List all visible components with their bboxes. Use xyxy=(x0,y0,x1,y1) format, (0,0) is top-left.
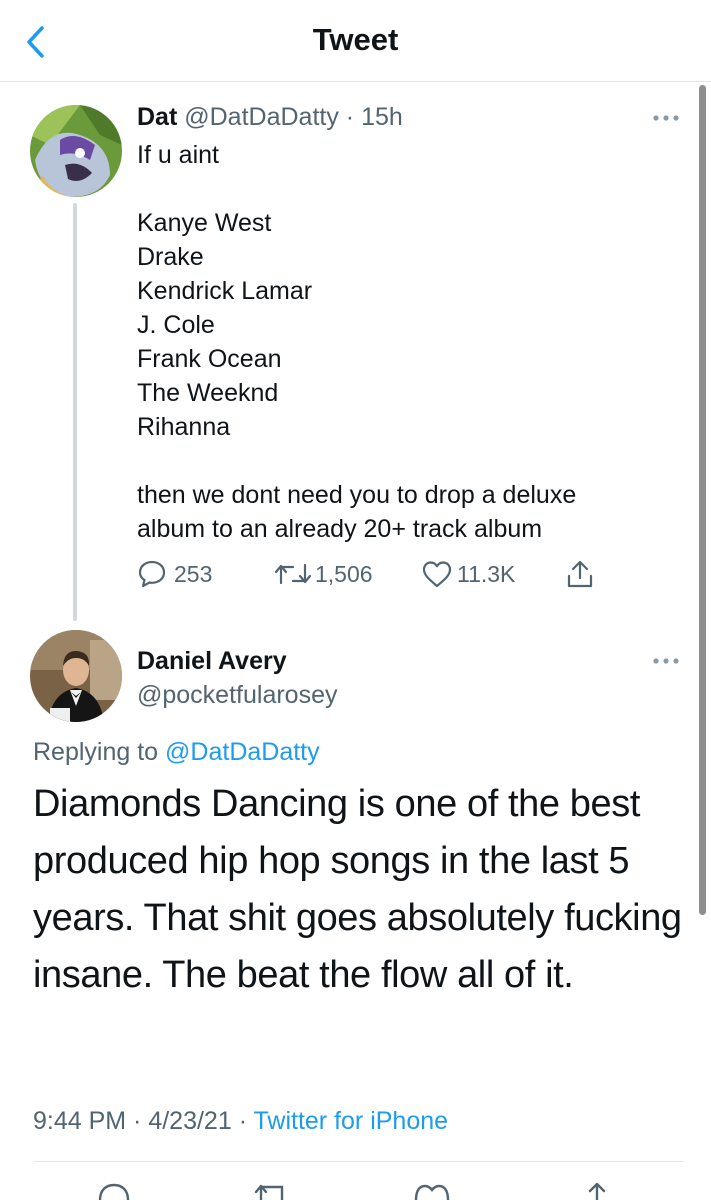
tweet-metadata: 9:44 PM · 4/23/21 · Twitter for iPhone xyxy=(33,1105,448,1137)
author-handle[interactable]: @DatDaDatty xyxy=(184,103,339,131)
share-icon[interactable] xyxy=(582,1180,612,1200)
reply-icon[interactable] xyxy=(97,1180,131,1200)
tweet-time: 15h xyxy=(361,103,403,131)
avatar[interactable] xyxy=(30,630,122,722)
retweet-button[interactable]: 1,506 xyxy=(273,557,373,591)
heart-icon xyxy=(422,561,452,588)
source-link[interactable]: Twitter for iPhone xyxy=(254,1107,449,1135)
scrollbar[interactable] xyxy=(699,85,706,915)
avatar[interactable] xyxy=(30,105,122,197)
author-name[interactable]: Daniel Avery xyxy=(137,645,287,677)
tweet-text-line: If u aint xyxy=(137,141,219,169)
heart-icon[interactable] xyxy=(413,1180,451,1200)
like-button[interactable]: 11.3K xyxy=(421,557,515,591)
more-horizontal-icon[interactable] xyxy=(651,113,681,123)
divider xyxy=(33,1161,683,1162)
reply-button[interactable]: 253 xyxy=(137,557,212,591)
author-name[interactable]: Dat xyxy=(137,103,177,131)
separator-dot: · xyxy=(231,1107,254,1135)
separator-dot: · xyxy=(126,1107,149,1135)
list-item: Frank Ocean xyxy=(137,345,282,373)
like-count: 11.3K xyxy=(457,560,516,587)
replying-to: Replying to @DatDaDatty xyxy=(33,736,320,768)
replying-handle-link[interactable]: @DatDaDatty xyxy=(165,738,320,766)
replying-label: Replying to xyxy=(33,738,166,766)
tweet-header: Dat @DatDaDatty · 15h xyxy=(137,101,403,133)
reply-count: 253 xyxy=(174,560,213,587)
more-horizontal-icon[interactable] xyxy=(651,656,681,666)
share-icon xyxy=(567,560,593,588)
tweet-date: 4/23/21 xyxy=(148,1107,232,1135)
page-title: Tweet xyxy=(312,22,399,57)
thread-connector-line xyxy=(73,203,77,621)
list-item: Drake xyxy=(137,243,204,271)
top-nav-bar: Tweet xyxy=(0,0,711,82)
list-item: The Weeknd xyxy=(137,379,279,407)
tweet-body: If u aint Kanye West Drake Kendrick Lama… xyxy=(137,138,677,546)
tweet-actions: 253 1,506 11.3K xyxy=(137,557,607,591)
retweet-icon xyxy=(274,563,312,585)
tweet-main-text: Diamonds Dancing is one of the best prod… xyxy=(33,783,682,996)
list-item: Kanye West xyxy=(137,209,272,237)
tweet-text-line: then we dont need you to drop a deluxe xyxy=(137,481,577,509)
tweet-text-line: album to an already 20+ track album xyxy=(137,515,543,543)
author-handle[interactable]: @pocketfularosey xyxy=(137,679,337,711)
retweet-count: 1,506 xyxy=(315,560,373,587)
share-button[interactable] xyxy=(565,557,595,591)
reply-icon xyxy=(138,560,166,588)
list-item: Rihanna xyxy=(137,413,231,441)
list-item: J. Cole xyxy=(137,311,215,339)
separator-dot: · xyxy=(338,103,362,131)
list-item: Kendrick Lamar xyxy=(137,277,313,305)
tweet-time: 9:44 PM xyxy=(33,1107,127,1135)
retweet-icon[interactable] xyxy=(252,1180,292,1200)
